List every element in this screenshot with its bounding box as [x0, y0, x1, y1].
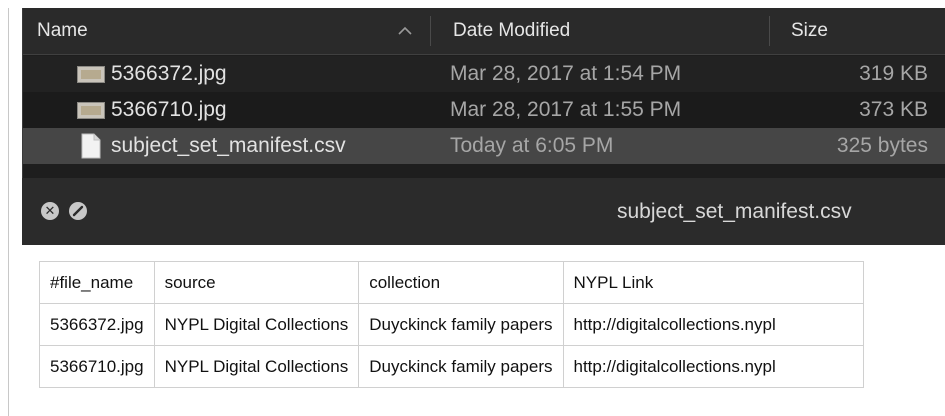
column-header-bar: Name Date Modified Size — [23, 8, 945, 55]
file-size: 373 KB — [859, 98, 928, 121]
image-file-icon — [77, 66, 105, 83]
column-separator[interactable] — [430, 16, 431, 46]
table-cell: NYPL Digital Collections — [153, 345, 360, 388]
table-row: 5366710.jpg NYPL Digital Collections Duy… — [39, 345, 864, 388]
table-cell: 5366372.jpg — [39, 303, 155, 346]
column-header-name[interactable]: Name — [37, 8, 88, 54]
file-name: 5366710.jpg — [111, 98, 227, 121]
left-border-line — [8, 8, 9, 416]
file-size: 325 bytes — [836, 134, 928, 157]
table-header-cell: NYPL Link — [562, 261, 864, 304]
file-name: 5366372.jpg — [111, 62, 227, 85]
file-date-modified: Today at 6:05 PM — [450, 134, 614, 157]
table-cell: NYPL Digital Collections — [153, 303, 360, 346]
image-file-icon — [77, 102, 105, 119]
column-header-size[interactable]: Size — [791, 8, 828, 54]
table-cell: http://digitalcollections.nypl — [562, 303, 864, 346]
table-cell: http://digitalcollections.nypl — [562, 345, 864, 388]
file-row[interactable]: 5366710.jpg Mar 28, 2017 at 1:55 PM 373 … — [23, 92, 945, 128]
file-name: subject_set_manifest.csv — [111, 134, 346, 157]
file-date-modified: Mar 28, 2017 at 1:54 PM — [450, 62, 682, 85]
csv-table: #file_name source collection NYPL Link 5… — [39, 261, 864, 388]
quick-look-window: ✕ subject_set_manifest.csv #file_name so… — [22, 178, 945, 416]
file-row[interactable]: 5366372.jpg Mar 28, 2017 at 1:54 PM 319 … — [23, 56, 945, 92]
left-margin — [0, 0, 22, 416]
column-header-date[interactable]: Date Modified — [453, 8, 570, 54]
table-cell: Duyckinck family papers — [358, 303, 564, 346]
file-date-modified: Mar 28, 2017 at 1:55 PM — [450, 98, 682, 121]
table-cell: Duyckinck family papers — [358, 345, 564, 388]
file-size: 319 KB — [859, 62, 928, 85]
file-row-selected[interactable]: subject_set_manifest.csv Today at 6:05 P… — [23, 128, 945, 164]
column-separator[interactable] — [769, 16, 770, 46]
table-header-cell: source — [153, 261, 360, 304]
table-row: 5366372.jpg NYPL Digital Collections Duy… — [39, 303, 864, 346]
table-header-cell: collection — [358, 261, 564, 304]
document-file-icon — [81, 133, 101, 159]
csv-preview-area: #file_name source collection NYPL Link 5… — [22, 178, 945, 416]
table-header-row: #file_name source collection NYPL Link — [39, 261, 864, 304]
finder-file-list: Name Date Modified Size 5366372.jpg Mar … — [22, 8, 945, 178]
table-cell: 5366710.jpg — [39, 345, 155, 388]
table-header-cell: #file_name — [39, 261, 155, 304]
sort-ascending-icon[interactable] — [398, 8, 412, 54]
